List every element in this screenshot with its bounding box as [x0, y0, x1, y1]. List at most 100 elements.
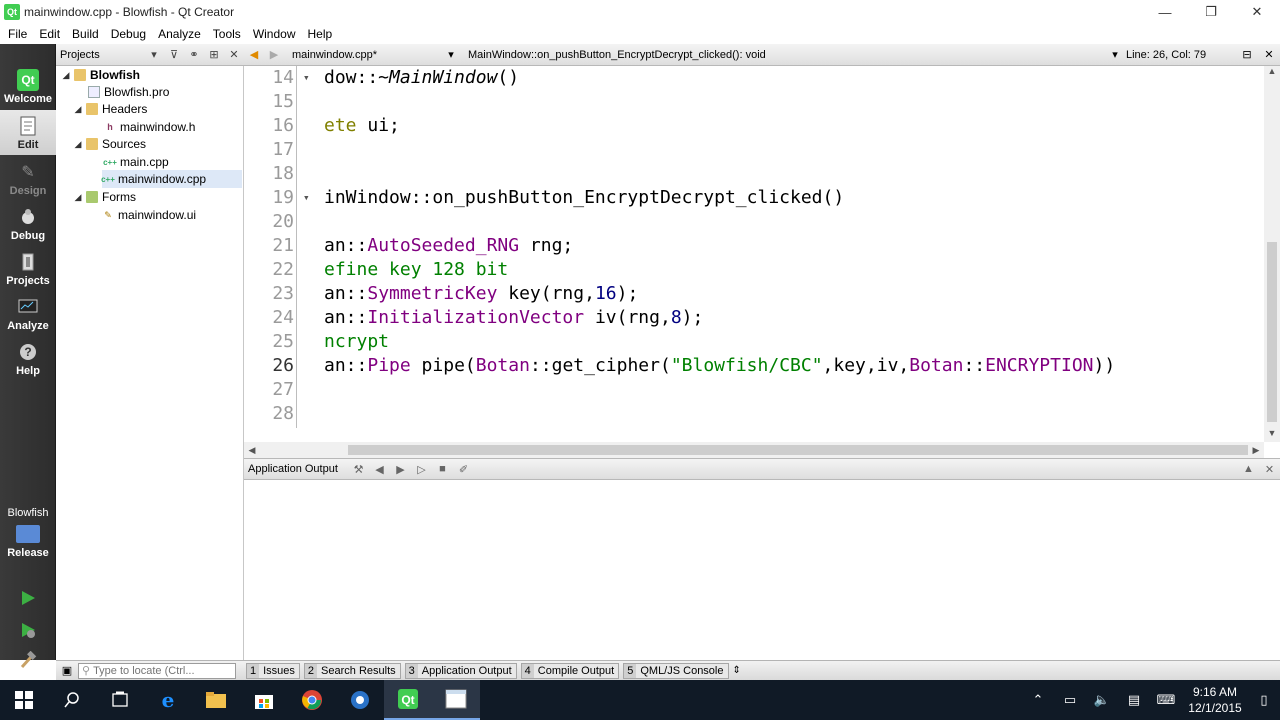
code-line[interactable]: 24 an::InitializationVector iv(rng,8);: [244, 306, 1264, 330]
fold-marker-icon[interactable]: ▾: [303, 66, 310, 90]
symbol-selector[interactable]: MainWindow::on_pushButton_EncryptDecrypt…: [458, 49, 1104, 61]
outlook-icon[interactable]: [336, 680, 384, 720]
scroll-thumb[interactable]: [348, 445, 1248, 455]
menu-edit[interactable]: Edit: [33, 24, 66, 44]
collapse-arrow-icon[interactable]: ◢: [60, 70, 72, 81]
dropdown-arrow-icon[interactable]: ▾: [444, 48, 458, 61]
notification-icon[interactable]: ▤: [1118, 692, 1150, 708]
chevron-up-icon[interactable]: ⌃: [1022, 692, 1054, 708]
link-icon[interactable]: ⚭: [184, 48, 204, 61]
tree-item-mainwindow-ui[interactable]: ✎ mainwindow.ui: [102, 206, 240, 224]
fold-marker-icon[interactable]: ▾: [303, 186, 310, 210]
code-line[interactable]: 22 efine key 128 bit: [244, 258, 1264, 282]
menu-build[interactable]: Build: [66, 24, 105, 44]
editor-vertical-scrollbar[interactable]: ▲ ▼: [1264, 66, 1280, 442]
menu-tools[interactable]: Tools: [207, 24, 247, 44]
tab-compile-output[interactable]: 4 Compile Output: [520, 662, 620, 679]
mode-debug[interactable]: Debug: [0, 201, 56, 246]
code-line[interactable]: 20: [244, 210, 1264, 234]
edge-icon[interactable]: e: [144, 680, 192, 720]
tree-item-blowfish-pro[interactable]: Blowfish.pro: [88, 83, 238, 101]
split-editor-icon[interactable]: ⊟: [1236, 48, 1258, 61]
editor-horizontal-scrollbar[interactable]: ◀ ▶: [244, 442, 1264, 458]
code-line[interactable]: 19 ▾ inWindow::on_pushButton_EncryptDecryp…: [244, 186, 1264, 210]
code-line[interactable]: 14 ▾ dow::~MainWindow(): [244, 66, 1264, 90]
code-line[interactable]: 17: [244, 138, 1264, 162]
app-window-icon[interactable]: [432, 680, 480, 720]
maximize-pane-icon[interactable]: ▲: [1238, 463, 1259, 475]
code-line[interactable]: 23 an::SymmetricKey key(rng,16);: [244, 282, 1264, 306]
clear-output-icon[interactable]: ✐: [453, 463, 474, 476]
collapse-arrow-icon[interactable]: ◢: [72, 104, 84, 115]
store-icon[interactable]: [240, 680, 288, 720]
code-editor[interactable]: 14 ▾ dow::~MainWindow() 15 16 ete ui; 17 18 19 ▾ i…: [244, 66, 1264, 442]
toggle-sidebar-icon[interactable]: ▣: [56, 664, 78, 677]
scroll-right-icon[interactable]: ▶: [1248, 442, 1264, 458]
build-button[interactable]: [16, 648, 40, 672]
next-item-icon[interactable]: ▶: [390, 463, 411, 476]
qt-creator-taskbar-icon[interactable]: Qt: [384, 680, 432, 720]
mode-analyze[interactable]: Analyze: [0, 291, 56, 336]
menu-window[interactable]: Window: [247, 24, 302, 44]
stop-icon[interactable]: ■: [432, 463, 453, 475]
keyboard-icon[interactable]: ⌨: [1150, 692, 1182, 708]
menu-debug[interactable]: Debug: [105, 24, 152, 44]
scroll-thumb[interactable]: [1267, 242, 1277, 422]
chrome-icon[interactable]: [288, 680, 336, 720]
code-line[interactable]: 25 ncrypt: [244, 330, 1264, 354]
search-icon[interactable]: [48, 680, 96, 720]
previous-item-icon[interactable]: ◀: [369, 463, 390, 476]
code-line[interactable]: 21 an::AutoSeeded_RNG rng;: [244, 234, 1264, 258]
rerun-icon[interactable]: ▷: [411, 463, 432, 476]
close-document-icon[interactable]: ✕: [1258, 48, 1280, 61]
volume-icon[interactable]: 🔈: [1086, 692, 1118, 708]
application-output-area[interactable]: [244, 480, 1280, 660]
mode-welcome[interactable]: Qt Welcome: [0, 64, 56, 109]
collapse-arrow-icon[interactable]: ◢: [72, 192, 84, 203]
code-line[interactable]: 26 an::Pipe pipe(Botan::get_cipher("Blowf…: [244, 354, 1264, 378]
code-line[interactable]: 15: [244, 90, 1264, 114]
mode-edit[interactable]: Edit: [0, 110, 56, 155]
maximize-button[interactable]: ❐: [1188, 0, 1234, 24]
action-center-icon[interactable]: ▯: [1248, 692, 1280, 708]
filter-icon[interactable]: ⊽: [164, 48, 184, 61]
locator-input[interactable]: [93, 664, 224, 677]
task-view-icon[interactable]: [96, 680, 144, 720]
back-arrow-icon[interactable]: ◀: [244, 48, 264, 61]
attach-icon[interactable]: ⚒: [348, 463, 369, 476]
menu-file[interactable]: File: [2, 24, 33, 44]
tree-item-mainwindow-h[interactable]: h mainwindow.h: [104, 118, 240, 136]
menu-help[interactable]: Help: [302, 24, 339, 44]
menu-analyze[interactable]: Analyze: [152, 24, 207, 44]
tree-item-main-cpp[interactable]: c++ main.cpp: [103, 153, 240, 171]
tab-issues[interactable]: 1 Issues: [246, 662, 300, 679]
open-document-selector[interactable]: mainwindow.cpp*: [284, 49, 444, 61]
mode-design[interactable]: ✎ Design: [0, 156, 56, 201]
minimize-button[interactable]: —: [1142, 0, 1188, 24]
close-button[interactable]: ✕: [1234, 0, 1280, 24]
run-button[interactable]: [16, 586, 40, 610]
kit-selector[interactable]: Blowfish Release: [0, 505, 56, 565]
code-line[interactable]: 18: [244, 162, 1264, 186]
file-explorer-icon[interactable]: [192, 680, 240, 720]
windows-start-icon[interactable]: [0, 680, 48, 720]
tree-item-headers[interactable]: ◢ Headers: [72, 100, 240, 118]
locator[interactable]: ⚲: [78, 662, 236, 679]
code-line[interactable]: 28: [244, 402, 1264, 426]
more-tabs-icon[interactable]: ⇕: [733, 665, 741, 676]
tree-item-blowfish[interactable]: ◢ Blowfish: [60, 66, 240, 84]
scroll-left-icon[interactable]: ◀: [244, 442, 260, 458]
battery-icon[interactable]: ▭: [1054, 692, 1086, 708]
scroll-up-icon[interactable]: ▲: [1264, 66, 1280, 80]
dropdown-arrow-icon[interactable]: ▾: [1104, 48, 1126, 61]
tree-item-forms[interactable]: ◢ Forms: [72, 188, 240, 206]
projects-view-selector[interactable]: Projects: [60, 49, 144, 61]
forward-arrow-icon[interactable]: ▶: [264, 48, 284, 61]
code-line[interactable]: 16 ete ui;: [244, 114, 1264, 138]
scroll-down-icon[interactable]: ▼: [1264, 428, 1280, 442]
tab-application-output[interactable]: 3 Application Output: [404, 662, 517, 679]
tree-item-sources[interactable]: ◢ Sources: [72, 135, 240, 153]
dropdown-arrow-icon[interactable]: ▾: [144, 48, 164, 61]
tab-search-results[interactable]: 2 Search Results: [303, 662, 401, 679]
tree-item-mainwindow-cpp[interactable]: c++ mainwindow.cpp: [101, 170, 242, 188]
